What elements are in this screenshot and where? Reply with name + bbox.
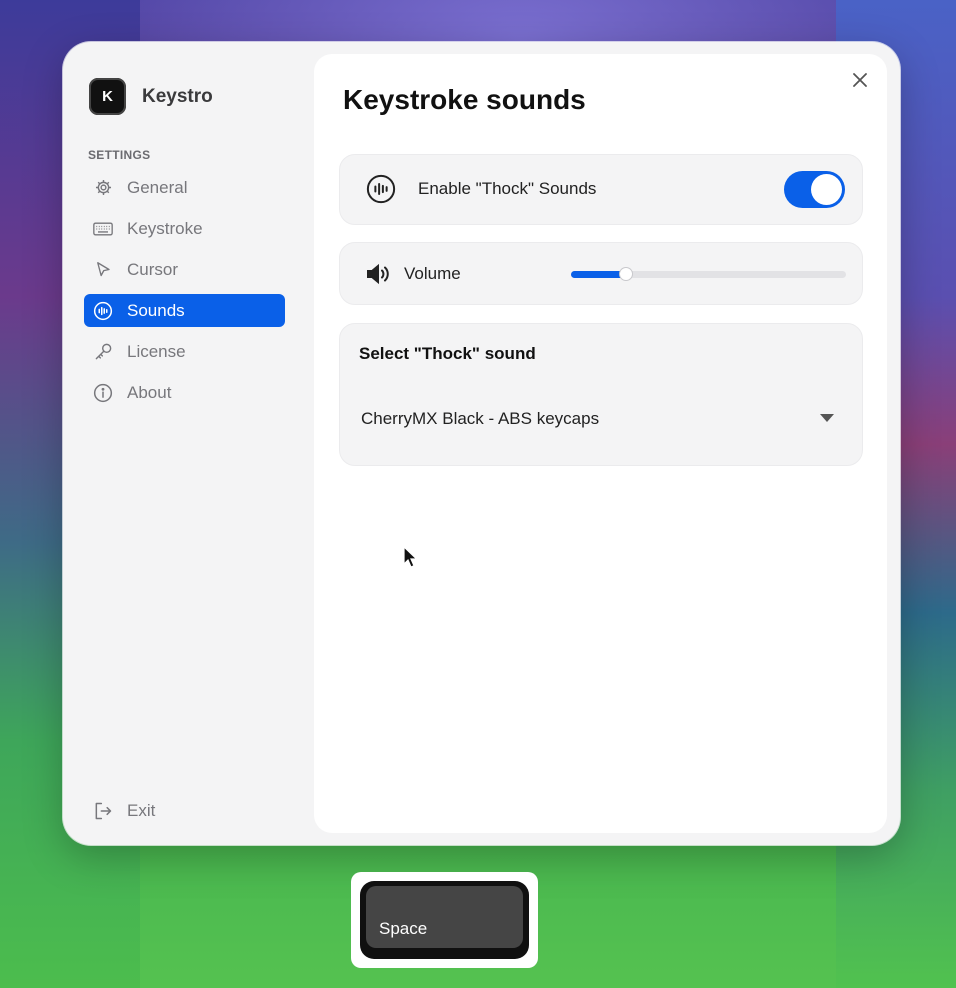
close-icon <box>853 73 867 87</box>
volume-label: Volume <box>404 264 461 283</box>
enable-sounds-toggle[interactable] <box>784 171 845 208</box>
speaker-icon <box>365 262 391 286</box>
settings-window: K Keystro SETTINGS General Keystroke Cur… <box>63 42 900 845</box>
app-logo: K <box>89 78 126 115</box>
sidebar-item-label: License <box>127 341 186 361</box>
info-icon <box>93 383 113 403</box>
volume-slider-fill <box>571 271 626 278</box>
volume-slider-thumb[interactable] <box>620 268 632 280</box>
sidebar: K Keystro SETTINGS General Keystroke Cur… <box>63 42 305 845</box>
caret-down-icon <box>820 414 834 422</box>
sidebar-item-label: Sounds <box>127 300 185 320</box>
sound-select-dropdown[interactable]: CherryMX Black - ABS keycaps <box>350 394 854 444</box>
exit-icon <box>93 801 113 821</box>
volume-card: Volume <box>339 242 863 305</box>
key-icon <box>93 342 113 362</box>
sidebar-nav: General Keystroke Cursor Sounds License … <box>84 171 285 417</box>
sidebar-item-cursor[interactable]: Cursor <box>84 253 285 286</box>
settings-section-label: SETTINGS <box>88 148 151 162</box>
sidebar-item-label: General <box>127 177 188 197</box>
page-title: Keystroke sounds <box>343 84 586 115</box>
keycap-face: Space <box>366 886 523 948</box>
mouse-pointer-icon <box>403 545 418 573</box>
sidebar-item-license[interactable]: License <box>84 335 285 368</box>
close-button[interactable] <box>849 69 871 91</box>
sidebar-item-sounds[interactable]: Sounds <box>84 294 285 327</box>
sound-select-card: Select "Thock" sound CherryMX Black - AB… <box>339 323 863 466</box>
sidebar-item-label: Cursor <box>127 259 179 279</box>
app-logo-letter: K <box>102 88 113 105</box>
keystroke-overlay: Space <box>351 872 538 968</box>
main-panel: Keystroke sounds Enable "Thock" Sounds V… <box>314 54 887 833</box>
sidebar-item-general[interactable]: General <box>84 171 285 204</box>
sidebar-item-label: About <box>127 382 172 402</box>
keyboard-icon <box>93 219 113 239</box>
cursor-icon <box>93 260 113 280</box>
exit-label: Exit <box>127 801 156 820</box>
enable-sounds-label: Enable "Thock" Sounds <box>418 179 597 198</box>
keycap-label: Space <box>379 919 428 938</box>
sound-wave-icon <box>93 301 113 321</box>
sound-select-value: CherryMX Black - ABS keycaps <box>361 409 600 428</box>
sidebar-item-keystroke[interactable]: Keystroke <box>84 212 285 245</box>
exit-button[interactable]: Exit <box>93 801 155 821</box>
volume-slider[interactable] <box>571 268 846 280</box>
sidebar-item-label: Keystroke <box>127 218 203 238</box>
sound-select-title: Select "Thock" sound <box>359 344 536 363</box>
sidebar-item-about[interactable]: About <box>84 376 285 409</box>
gear-icon <box>93 178 113 198</box>
app-name: Keystro <box>142 85 213 107</box>
keycap: Space <box>360 881 529 959</box>
enable-sounds-card: Enable "Thock" Sounds <box>339 154 863 225</box>
toggle-knob <box>811 174 842 205</box>
sound-wave-icon <box>366 174 396 204</box>
app-header: K Keystro <box>89 78 213 115</box>
